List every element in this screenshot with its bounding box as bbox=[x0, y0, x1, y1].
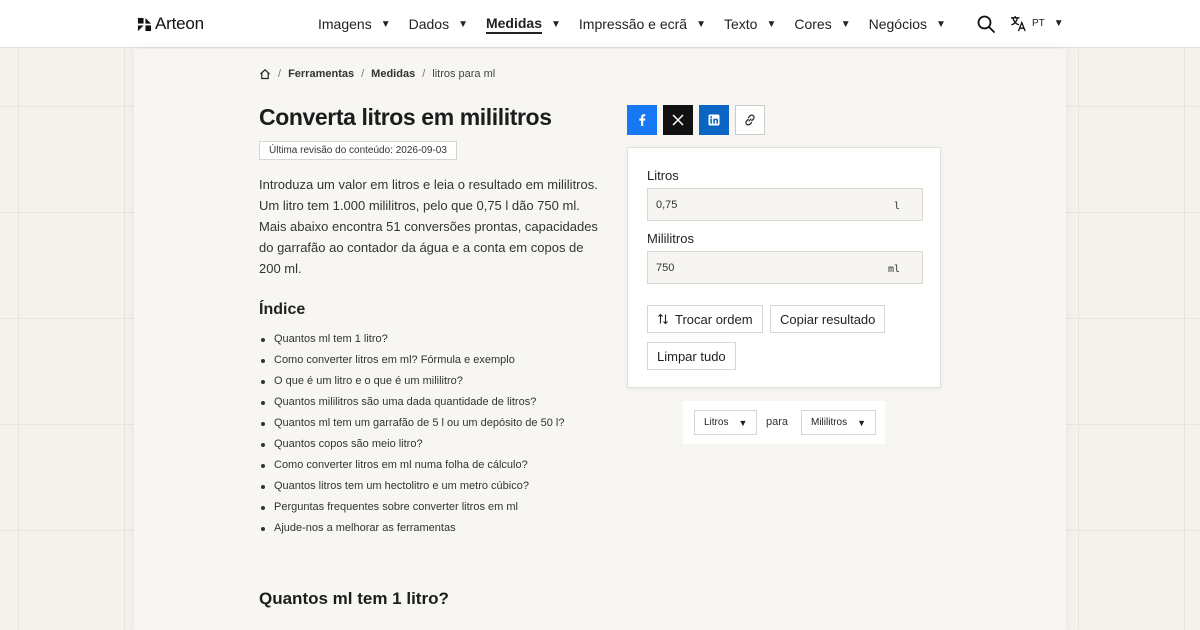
search-button[interactable] bbox=[976, 14, 996, 34]
nav-item-negocios[interactable]: Negócios ▼ bbox=[869, 16, 946, 32]
toc-item[interactable]: Quantos ml tem 1 litro? bbox=[260, 329, 564, 350]
toc-item[interactable]: Quantos ml tem um garrafão de 5 l ou um … bbox=[260, 413, 564, 434]
toc-item[interactable]: Quantos copos são meio litro? bbox=[260, 434, 564, 455]
mililitros-label: Mililitros bbox=[647, 231, 694, 246]
unit-connector: para bbox=[766, 416, 789, 428]
breadcrumb-medidas[interactable]: Medidas bbox=[371, 68, 415, 80]
clear-all-label: Limpar tudo bbox=[657, 348, 726, 364]
nav-item-medidas[interactable]: Medidas ▼ bbox=[485, 15, 561, 34]
nav-label: Negócios bbox=[868, 16, 927, 32]
caret-down-icon: ▼ bbox=[696, 18, 706, 30]
nav-label: Cores bbox=[794, 16, 832, 32]
toc-title: Índice bbox=[259, 301, 306, 318]
facebook-icon bbox=[639, 114, 646, 126]
language-selector[interactable]: PT ▼ bbox=[1010, 15, 1064, 32]
link-icon bbox=[745, 114, 755, 126]
brand-logo[interactable]: Arteon bbox=[137, 14, 204, 34]
to-unit-select[interactable]: Mililitros ▼ bbox=[801, 410, 877, 435]
converter-card: Litros l Mililitros ml Trocar ordem Copi… bbox=[627, 147, 941, 388]
toc-item[interactable]: Ajude-nos a melhorar as ferramentas bbox=[260, 518, 564, 539]
caret-down-icon: ▼ bbox=[840, 18, 851, 30]
breadcrumb: / Ferramentas / Medidas / litros para ml bbox=[259, 68, 495, 80]
toc-item[interactable]: Quantos mililitros são uma dada quantida… bbox=[260, 392, 564, 413]
search-icon bbox=[977, 15, 995, 33]
nav-item-dados[interactable]: Dados ▼ bbox=[409, 16, 468, 32]
nav-label: Texto bbox=[723, 16, 758, 32]
home-icon[interactable] bbox=[259, 68, 271, 80]
share-linkedin-button[interactable] bbox=[699, 105, 729, 135]
caret-down-icon: ▼ bbox=[766, 18, 777, 30]
nav-item-cores[interactable]: Cores ▼ bbox=[794, 16, 850, 32]
top-header: Arteon Imagens ▼ Dados ▼ Medidas ▼ Impre… bbox=[0, 0, 1200, 48]
litros-input[interactable] bbox=[648, 189, 868, 220]
nav-label: Medidas bbox=[485, 15, 542, 34]
litros-label: Litros bbox=[647, 168, 679, 183]
swap-order-button[interactable]: Trocar ordem bbox=[647, 305, 763, 333]
toc-item[interactable]: Como converter litros em ml? Fórmula e e… bbox=[260, 350, 564, 371]
caret-down-icon: ▼ bbox=[738, 417, 748, 428]
nav-label: Impressão e ecrã bbox=[578, 16, 688, 32]
linkedin-icon bbox=[708, 114, 720, 126]
caret-down-icon: ▼ bbox=[857, 417, 867, 428]
mililitros-unit: ml bbox=[887, 264, 900, 275]
breadcrumb-separator: / bbox=[278, 68, 282, 80]
caret-down-icon: ▼ bbox=[936, 18, 946, 30]
to-unit-value: Mililitros bbox=[811, 417, 848, 428]
caret-down-icon: ▼ bbox=[458, 18, 468, 30]
table-of-contents: Quantos ml tem 1 litro? Como converter l… bbox=[260, 329, 564, 539]
copy-link-button[interactable] bbox=[735, 105, 765, 135]
intro-text: Introduza um valor em litros e leia o re… bbox=[259, 177, 598, 276]
swap-order-label: Trocar ordem bbox=[675, 311, 753, 327]
translate-icon bbox=[1010, 15, 1026, 32]
from-unit-select[interactable]: Litros ▼ bbox=[694, 410, 758, 435]
toc-item[interactable]: Perguntas frequentes sobre converter lit… bbox=[260, 497, 564, 518]
copy-result-button[interactable]: Copiar resultado bbox=[770, 305, 886, 333]
page-title: Converta litros em mililitros bbox=[259, 104, 552, 130]
toc-item[interactable]: Como converter litros em ml numa folha d… bbox=[260, 455, 564, 476]
breadcrumb-separator: / bbox=[361, 68, 365, 80]
clear-all-button[interactable]: Limpar tudo bbox=[647, 342, 736, 370]
caret-down-icon: ▼ bbox=[1053, 18, 1064, 29]
language-code: PT bbox=[1032, 18, 1045, 29]
brand-name: Arteon bbox=[155, 14, 204, 33]
nav-item-texto[interactable]: Texto ▼ bbox=[724, 16, 776, 32]
mililitros-input[interactable] bbox=[648, 252, 868, 283]
breadcrumb-ferramentas[interactable]: Ferramentas bbox=[288, 68, 354, 80]
toc-item[interactable]: Quantos litros tem um hectolitro e um me… bbox=[260, 476, 564, 497]
share-x-button[interactable] bbox=[663, 105, 693, 135]
from-unit-value: Litros bbox=[704, 417, 729, 428]
toc-item[interactable]: O que é um litro e o que é um mililitro? bbox=[260, 371, 564, 392]
breadcrumb-current: litros para ml bbox=[432, 68, 496, 80]
copy-result-label: Copiar resultado bbox=[780, 311, 876, 327]
caret-down-icon: ▼ bbox=[380, 18, 391, 30]
nav-label: Imagens bbox=[318, 16, 372, 32]
litros-unit: l bbox=[893, 201, 900, 212]
share-facebook-button[interactable] bbox=[627, 105, 657, 135]
mililitros-field-wrapper: ml bbox=[647, 251, 923, 284]
swap-arrows-icon bbox=[658, 313, 668, 325]
caret-down-icon: ▼ bbox=[551, 18, 561, 30]
nav-label: Dados bbox=[408, 16, 450, 32]
x-icon bbox=[672, 114, 684, 126]
main-nav: Imagens ▼ Dados ▼ Medidas ▼ Impressão e … bbox=[318, 0, 964, 48]
nav-item-imagens[interactable]: Imagens ▼ bbox=[318, 16, 391, 32]
litros-field-wrapper: l bbox=[647, 188, 923, 221]
revision-badge: Última revisão do conteúdo: 2026-09-03 bbox=[259, 141, 457, 160]
breadcrumb-separator: / bbox=[422, 68, 426, 80]
arteon-logo-icon bbox=[137, 17, 152, 31]
nav-item-impressao[interactable]: Impressão e ecrã ▼ bbox=[579, 16, 706, 32]
section-title: Quantos ml tem 1 litro? bbox=[259, 589, 449, 608]
unit-switch: Litros ▼ para Mililitros ▼ bbox=[683, 401, 885, 444]
